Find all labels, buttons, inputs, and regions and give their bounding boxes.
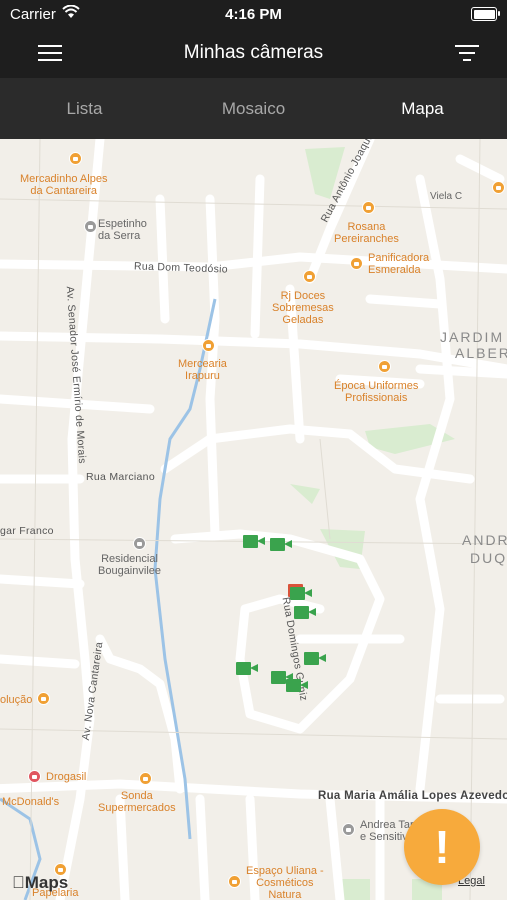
tab-lista[interactable]: Lista [0, 78, 169, 139]
pharmacy-icon [28, 770, 41, 783]
store-icon [37, 692, 50, 705]
store-icon [202, 339, 215, 352]
district-label: ALBER [455, 345, 507, 361]
poi-label: Rosana Pereiranches [334, 221, 399, 245]
store-icon [303, 270, 316, 283]
store-icon [362, 201, 375, 214]
bakery-icon [350, 257, 363, 270]
apple-maps-logo: Maps [12, 873, 68, 892]
tab-mosaico[interactable]: Mosaico [169, 78, 338, 139]
poi-label: Drogasil [46, 771, 87, 783]
place-icon [342, 823, 355, 836]
street-label: Rua Marciano [86, 471, 155, 483]
poi-label: McDonald's [2, 796, 60, 808]
district-label: DUQ [470, 550, 507, 566]
street-label: gar Franco [0, 525, 54, 537]
district-label: ANDR [462, 532, 507, 548]
store-icon [139, 772, 152, 785]
poi-label: Espaço Uliana - Cosméticos Natura [246, 865, 324, 900]
poi-label: Panificadora Esmeralda [368, 252, 430, 276]
clock: 4:16 PM [225, 6, 282, 23]
camera-marker-icon[interactable] [270, 538, 292, 551]
poi-label: Viela C [430, 191, 463, 202]
tab-mapa[interactable]: Mapa [338, 78, 507, 139]
poi-label: Mercadinho Alpes da Cantareira [20, 173, 108, 197]
status-bar: Carrier 4:16 PM [0, 0, 507, 28]
camera-marker-icon[interactable] [290, 587, 312, 600]
store-icon [228, 875, 241, 888]
map-streets [0, 139, 507, 900]
street-label: Rua Maria Amália Lopes Azevedo [318, 790, 507, 802]
camera-marker-icon[interactable] [286, 679, 308, 692]
alert-button[interactable]: ! [404, 809, 480, 885]
tab-bar: Lista Mosaico Mapa [0, 78, 507, 139]
poi-label: Mercearia Irapuru [178, 358, 227, 382]
page-title: Minhas câmeras [183, 42, 324, 63]
poi-label: olução [0, 694, 33, 706]
poi-label: Residencial Bougainvilee [98, 553, 161, 577]
apple-logo-icon:  [12, 873, 25, 892]
battery-icon [471, 7, 500, 21]
place-icon [133, 537, 146, 550]
store-icon [378, 360, 391, 373]
camera-marker-icon[interactable] [294, 606, 316, 619]
store-icon [69, 152, 82, 165]
poi-label: Época Uniformes Profissionais [334, 380, 419, 404]
map-view[interactable]: Mercadinho Alpes da Cantareira Espetinho d… [0, 139, 507, 900]
filter-icon[interactable] [455, 44, 481, 62]
place-icon [84, 220, 97, 233]
navigation-bar: Minhas câmeras [0, 28, 507, 78]
camera-marker-icon[interactable] [243, 535, 265, 548]
store-icon [492, 181, 505, 194]
poi-label: Rj Doces Sobremesas Geladas [272, 290, 334, 326]
district-label: JARDIM [440, 329, 505, 345]
camera-marker-icon[interactable] [236, 662, 258, 675]
poi-label: Sonda Supermercados [98, 790, 176, 814]
camera-marker-icon[interactable] [304, 652, 326, 665]
poi-label: Espetinho da Serra [98, 218, 147, 242]
